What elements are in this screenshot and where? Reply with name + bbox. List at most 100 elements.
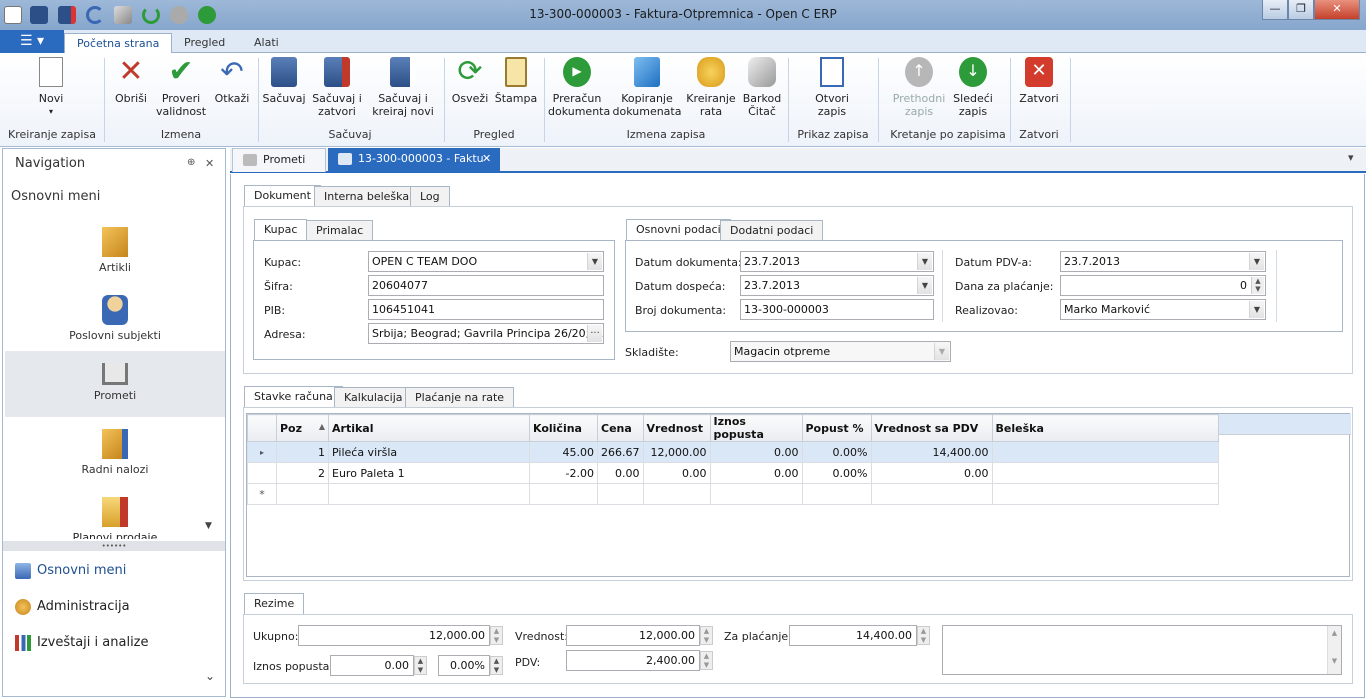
cell-beleska[interactable] — [991, 483, 1219, 505]
cell-vrednost[interactable]: 0.00 — [642, 462, 711, 484]
cell-artikal[interactable]: Euro Paleta 1 — [328, 462, 530, 484]
tab-prometi[interactable]: Prometi — [232, 148, 326, 172]
cell-popust-pct[interactable]: 0.00% — [801, 441, 872, 463]
cell-vrednost-sa-pdv[interactable]: 14,400.00 — [870, 441, 993, 463]
spinner-icon[interactable]: ▲ ▼ — [700, 651, 713, 670]
column-header-kolicina[interactable]: Količina — [529, 414, 598, 442]
cell-vrednost-sa-pdv[interactable]: 0.00 — [870, 462, 993, 484]
kupac-combobox[interactable]: OPEN C TEAM DOO ▼ — [368, 251, 604, 272]
cell-artikal[interactable] — [328, 483, 530, 505]
cell-iznos-popusta[interactable]: 0.00 — [709, 462, 803, 484]
cell-poz[interactable]: 2 — [276, 462, 329, 484]
realizovao-combobox[interactable]: Marko Marković ▼ — [1060, 299, 1266, 320]
pdv-field[interactable]: 2,400.00 — [566, 650, 700, 671]
new-row[interactable]: * — [247, 483, 1219, 505]
sacuvaj-i-zatvori-button[interactable]: Sačuvaj i zatvori — [312, 57, 362, 118]
cell-cena[interactable]: 266.67 — [597, 441, 644, 463]
table-row[interactable]: ▸ 1 Pileća viršla 45.00 266.67 12,000.00… — [247, 441, 1219, 463]
tab-dodatni-podaci[interactable]: Dodatni podaci — [720, 220, 824, 241]
pin-icon[interactable]: ⊕ — [187, 157, 195, 168]
nav-splitter[interactable]: •••••• — [3, 541, 225, 551]
column-header-artikal[interactable]: Artikal — [328, 414, 530, 442]
close-nav-icon[interactable]: ✕ — [205, 157, 214, 170]
spinner-icon[interactable]: ▲ ▼ — [490, 626, 503, 645]
cell-vrednost-sa-pdv[interactable] — [870, 483, 993, 505]
nav-tile-artikli[interactable]: Artikli — [5, 221, 225, 287]
ellipsis-button[interactable]: ··· — [587, 325, 602, 342]
nav-tile-poslovni-subjekti[interactable]: Poslovni subjekti — [5, 289, 225, 355]
za-placanje-field[interactable]: 14,400.00 — [789, 625, 917, 646]
close-tab-icon[interactable]: ✕ — [482, 148, 491, 170]
tab-document-13-300-000003[interactable]: 13-300-000003 - Faktu ✕ — [328, 148, 500, 172]
otvori-zapis-button[interactable]: Otvori zapis — [806, 57, 858, 118]
cell-artikal[interactable]: Pileća viršla — [328, 441, 530, 463]
cell-beleska[interactable] — [991, 462, 1219, 484]
chevron-down-icon[interactable]: ▼ — [917, 277, 932, 294]
cell-popust-pct[interactable]: 0.00% — [801, 462, 872, 484]
obrisi-button[interactable]: ✕ Obriši — [110, 57, 152, 106]
popust-pct-field[interactable]: 0.00% — [438, 655, 490, 676]
collapse-nav-icon[interactable]: ⌄ — [205, 669, 215, 683]
scroll-down-icon[interactable]: ▼ — [205, 521, 212, 531]
tab-kupac[interactable]: Kupac — [254, 219, 308, 241]
nav-link-osnovni-meni[interactable]: Osnovni meni — [15, 561, 126, 581]
sacuvaj-button[interactable]: Sačuvaj — [262, 57, 306, 105]
cell-iznos-popusta[interactable]: 0.00 — [709, 441, 803, 463]
chevron-down-icon[interactable]: ▼ — [1249, 301, 1264, 318]
spinner-icon[interactable]: ▲ ▼ — [700, 626, 713, 645]
novi-button[interactable]: Novi ▾ — [26, 57, 76, 118]
pib-field[interactable]: 106451041 — [368, 299, 604, 320]
stavke-grid[interactable]: Poz ▲ Artikal Količina Cena Vrednost Izno… — [246, 413, 1351, 577]
kopiranje-dokumenata-button[interactable]: Kopiranje dokumenata — [612, 57, 682, 118]
tab-primalac[interactable]: Primalac — [306, 220, 374, 241]
spinner-icon[interactable]: ▲ ▼ — [490, 656, 503, 675]
cell-iznos-popusta[interactable] — [709, 483, 803, 505]
iznos-popusta-field[interactable]: 0.00 — [330, 655, 414, 676]
cell-vrednost[interactable]: 12,000.00 — [642, 441, 711, 463]
nav-tile-prometi[interactable]: Prometi — [5, 351, 225, 417]
tab-pocetna-strana[interactable]: Početna strana — [64, 33, 173, 54]
cell-cena[interactable]: 0.00 — [597, 462, 644, 484]
minimize-button[interactable]: — — [1262, 0, 1288, 20]
skladiste-combobox[interactable]: Magacin otpreme ▼ — [730, 341, 951, 362]
kreiranje-rata-button[interactable]: Kreiranje rata — [686, 57, 736, 118]
datum-pdv-field[interactable]: 23.7.2013 ▼ — [1060, 251, 1266, 272]
datum-dokumenta-field[interactable]: 23.7.2013 ▼ — [740, 251, 934, 272]
chevron-down-icon[interactable]: ▼ — [587, 253, 602, 270]
tab-placanje-na-rate[interactable]: Plaćanje na rate — [405, 387, 515, 408]
prethodni-zapis-button[interactable]: ↑ Prethodni zapis — [890, 57, 948, 118]
column-header-cena[interactable]: Cena — [597, 414, 644, 442]
preracun-dokumenta-button[interactable]: ▶ Preračun dokumenta — [548, 57, 610, 118]
cell-popust-pct[interactable] — [801, 483, 872, 505]
proveri-validnost-button[interactable]: ✔ Proveri validnost — [156, 57, 206, 119]
broj-dokumenta-field[interactable]: 13-300-000003 — [740, 299, 934, 320]
cell-kolicina[interactable]: -2.00 — [529, 462, 598, 484]
scrollbar[interactable]: ▲ ▼ — [1327, 626, 1341, 674]
column-header-vrednost-sa-pdv[interactable]: Vrednost sa PDV — [870, 414, 993, 442]
column-header-vrednost[interactable]: Vrednost — [642, 414, 711, 442]
column-header-popust-pct[interactable]: Popust % — [801, 414, 872, 442]
tab-kalkulacija[interactable]: Kalkulacija — [334, 387, 413, 408]
vrednost-field[interactable]: 12,000.00 — [566, 625, 700, 646]
column-header-poz[interactable]: Poz ▲ — [276, 414, 329, 442]
tab-interna-beleska[interactable]: Interna beleška — [314, 186, 420, 207]
tab-dokument[interactable]: Dokument — [244, 185, 321, 207]
application-menu-button[interactable]: ☰ ▾ — [0, 30, 64, 53]
ukupno-field[interactable]: 12,000.00 — [298, 625, 490, 646]
spinner-icon[interactable]: ▲ ▼ — [1251, 277, 1264, 294]
chevron-down-icon[interactable]: ▼ — [1249, 253, 1264, 270]
nav-tile-planovi-prodaje[interactable]: Planovi prodaje — [5, 491, 225, 539]
nav-link-izvestaji[interactable]: Izveštaji i analize — [15, 633, 149, 653]
cell-cena[interactable] — [597, 483, 644, 505]
barkod-citac-button[interactable]: Barkod Čitač — [740, 57, 784, 118]
sledeci-zapis-button[interactable]: ↓ Sledeći zapis — [948, 57, 998, 118]
tab-list-icon[interactable]: ▾ — [1348, 151, 1354, 164]
adresa-field[interactable]: Srbija; Beograd; Gavrila Principa 26/20;… — [368, 323, 604, 344]
napomena-textarea[interactable]: ▲ ▼ — [942, 625, 1342, 675]
cell-poz[interactable]: 1 — [276, 441, 329, 463]
nav-link-administracija[interactable]: Administracija — [15, 597, 130, 617]
sacuvaj-i-kreiraj-novi-button[interactable]: Sačuvaj i kreiraj novi — [368, 57, 438, 118]
tab-stavke-racuna[interactable]: Stavke računa — [244, 386, 343, 408]
chevron-down-icon[interactable]: ▼ — [917, 253, 932, 270]
tab-pregled[interactable]: Pregled — [172, 33, 237, 54]
